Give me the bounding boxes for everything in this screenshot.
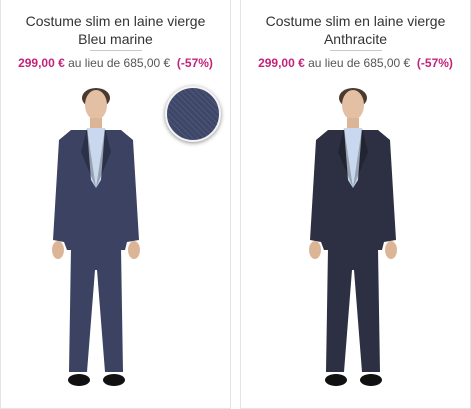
fabric-swatch[interactable]	[165, 86, 221, 142]
discount-badge: (-57%)	[176, 56, 213, 70]
original-price: 685,00 €	[363, 56, 411, 70]
price-line: 299,00 € au lieu de 685,00 € (-57%)	[1, 56, 230, 70]
price-line: 299,00 € au lieu de 685,00 € (-57%)	[241, 56, 470, 70]
left-hand	[52, 241, 64, 259]
product-name: Costume slim en laine vierge	[265, 13, 446, 29]
product-name: Costume slim en laine vierge	[25, 13, 206, 29]
sale-price: 299,00 €	[258, 56, 305, 70]
product-color-name: Bleu marine	[78, 31, 153, 47]
product-card-bleu-marine[interactable]: Costume slim en laine vierge Bleu marine…	[0, 0, 231, 409]
sale-price: 299,00 €	[18, 56, 65, 70]
product-card-anthracite[interactable]: Costume slim en laine vierge Anthracite …	[240, 0, 471, 409]
price-connector: au lieu de	[308, 56, 361, 70]
original-price: 685,00 €	[123, 56, 171, 70]
right-shoe	[360, 374, 382, 386]
left-hand	[309, 241, 321, 259]
right-shoe	[103, 374, 125, 386]
product-title[interactable]: Costume slim en laine vierge Anthracite	[241, 12, 470, 48]
head	[85, 90, 107, 120]
right-hand	[128, 241, 140, 259]
product-image[interactable]	[241, 80, 471, 400]
right-hand	[385, 241, 397, 259]
product-title[interactable]: Costume slim en laine vierge Bleu marine	[1, 12, 230, 48]
title-divider	[329, 50, 382, 51]
price-connector: au lieu de	[68, 56, 121, 70]
left-shoe	[68, 374, 90, 386]
title-divider	[89, 50, 142, 51]
left-shoe	[325, 374, 347, 386]
discount-badge: (-57%)	[416, 56, 453, 70]
product-color-name: Anthracite	[323, 31, 388, 47]
head	[342, 90, 364, 120]
suit-trousers	[69, 248, 123, 372]
suit-trousers	[326, 248, 380, 372]
